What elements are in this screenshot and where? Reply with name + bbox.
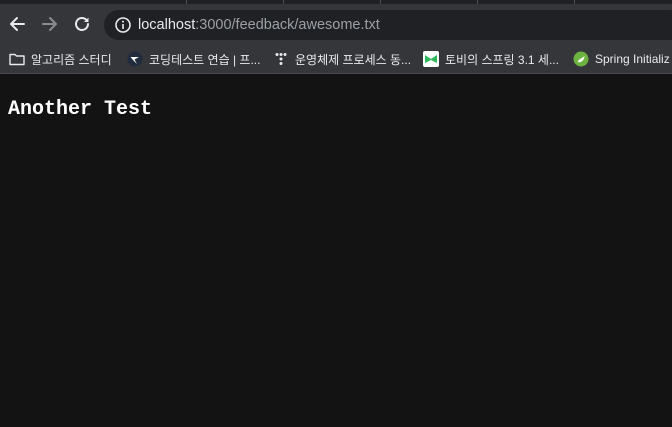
file-text: Another Test	[8, 98, 153, 121]
forward-button[interactable]	[38, 12, 62, 36]
arrow-left-icon	[8, 15, 26, 33]
tistory-icon	[273, 51, 289, 67]
bookmark-coding-test[interactable]: 코딩테스트 연습 | 프...	[127, 49, 260, 69]
bookmark-label: Spring Initializ	[595, 52, 670, 66]
bookmark-os-process[interactable]: 운영체제 프로세스 동...	[273, 49, 411, 69]
reload-icon	[73, 15, 91, 33]
browser-window: localhost:3000/feedback/awesome.txt 알고리즘…	[0, 0, 672, 427]
address-bar[interactable]: localhost:3000/feedback/awesome.txt	[104, 10, 672, 40]
arrow-right-icon	[41, 15, 59, 33]
page-content: Another Test	[0, 74, 672, 427]
bookmark-toby-spring[interactable]: 토비의 스프링 3.1 세...	[423, 49, 559, 69]
bookmark-label: 운영체제 프로세스 동...	[295, 52, 412, 67]
bookmark-favicon-icon	[423, 51, 439, 67]
folder-icon	[9, 51, 25, 67]
programmers-icon	[127, 51, 143, 67]
bookmark-spring-initializr[interactable]: Spring Initializ	[573, 49, 670, 69]
bookmark-label: 알고리즘 스터디	[31, 52, 112, 67]
bookmark-label: 토비의 스프링 3.1 세...	[445, 52, 559, 67]
bookmark-label: 코딩테스트 연습 | 프...	[149, 52, 261, 67]
url-text: localhost:3000/feedback/awesome.txt	[138, 17, 380, 33]
info-icon[interactable]	[114, 16, 132, 34]
back-button[interactable]	[5, 12, 29, 36]
url-path: :3000/feedback/awesome.txt	[195, 17, 380, 33]
browser-toolbar: localhost:3000/feedback/awesome.txt	[0, 4, 672, 44]
bookmark-folder-algorithm-study[interactable]: 알고리즘 스터디	[9, 49, 112, 69]
spring-icon	[573, 51, 589, 67]
reload-button[interactable]	[70, 12, 94, 36]
url-host: localhost	[138, 17, 196, 33]
bookmarks-bar: 알고리즘 스터디 코딩테스트 연습 | 프... 운영체제 프로세스 동... …	[0, 44, 672, 74]
